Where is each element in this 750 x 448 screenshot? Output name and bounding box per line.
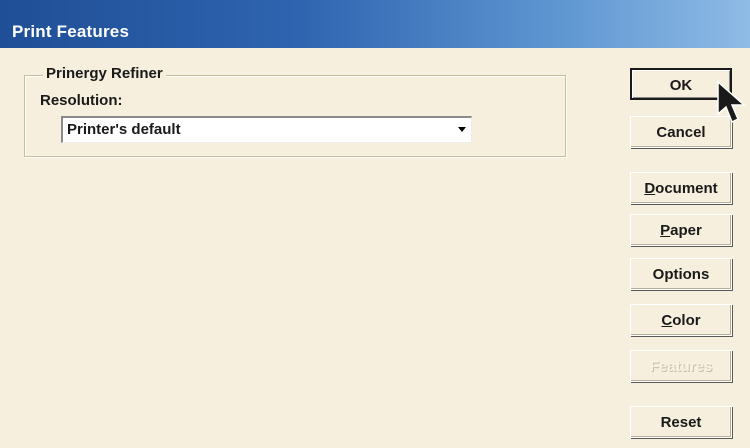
reset-button[interactable]: Reset xyxy=(630,406,732,438)
print-features-dialog: Print Features Prinergy Refiner Resoluti… xyxy=(0,0,750,448)
resolution-select[interactable]: Printer's default xyxy=(61,116,472,143)
dialog-title: Print Features xyxy=(12,22,130,41)
prinergy-refiner-group: Prinergy Refiner Resolution: Printer's d… xyxy=(24,65,566,157)
features-button: Features xyxy=(630,350,732,382)
options-button[interactable]: Options xyxy=(630,258,732,290)
paper-button[interactable]: Paper xyxy=(630,214,732,246)
group-legend: Prinergy Refiner xyxy=(43,65,166,82)
resolution-label: Resolution: xyxy=(40,92,123,109)
document-button[interactable]: Document xyxy=(630,172,732,204)
options-button-label: Options xyxy=(652,266,710,283)
color-button[interactable]: Color xyxy=(630,304,732,336)
title-bar[interactable]: Print Features xyxy=(0,0,750,48)
resolution-select-value: Printer's default xyxy=(67,121,181,138)
mouse-pointer-icon xyxy=(717,80,746,124)
chevron-down-icon[interactable] xyxy=(458,127,466,132)
